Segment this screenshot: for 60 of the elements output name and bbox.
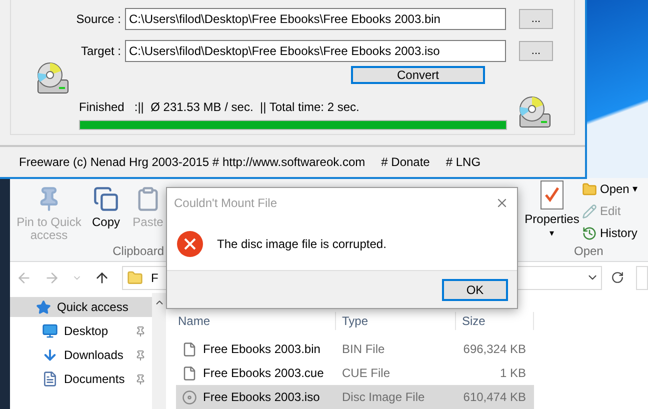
error-icon — [177, 231, 203, 257]
nav-item[interactable]: Downloads — [10, 345, 152, 365]
file-size: 1 KB — [498, 365, 526, 382]
file-icon — [182, 342, 197, 356]
file-name: Free Ebooks 2003.bin — [203, 341, 320, 358]
file-icon — [182, 366, 197, 380]
dialog-message: The disc image file is corrupted. — [217, 236, 386, 253]
up-icon[interactable] — [94, 270, 110, 286]
status-text: Finished :|| Ø 231.53 MB / sec. || Total time: 2 sec. — [79, 99, 360, 116]
footer-link[interactable]: # LNG — [446, 153, 481, 171]
file-type: BIN File — [341, 341, 386, 358]
search-field[interactable] — [636, 266, 648, 290]
ribbon-item[interactable]: Open ▾ — [582, 180, 638, 198]
ribbon-button[interactable]: Copy — [88, 186, 124, 242]
file-type: CUE File — [341, 365, 392, 382]
file-row[interactable]: Free Ebooks 2003.cue CUE File 1 KB — [176, 361, 534, 385]
scrollbar[interactable] — [152, 293, 166, 409]
nav-item[interactable]: Desktop — [10, 321, 152, 341]
ribbon-item[interactable]: History — [582, 224, 638, 242]
address-text: F — [151, 270, 158, 286]
ok-button[interactable]: OK — [442, 278, 508, 300]
file-name: Free Ebooks 2003.iso — [203, 389, 320, 406]
group-label: Clipboard — [112, 243, 164, 260]
folder-icon — [582, 182, 597, 196]
copy-icon — [93, 186, 119, 212]
group-label: Open — [574, 243, 604, 260]
source-field[interactable]: C:\Users\filod\Desktop\Free Ebooks\Free Ebooks 2003.bin — [125, 8, 506, 30]
document-icon — [42, 371, 58, 387]
file-type: Disc Image File — [341, 389, 426, 406]
file-row[interactable]: Free Ebooks 2003.iso Disc Image File 610,474 KB — [176, 385, 534, 409]
refresh-icon[interactable] — [611, 271, 624, 284]
star-icon — [36, 300, 51, 314]
file-size: 610,474 KB — [462, 389, 526, 406]
browse-button[interactable]: ... — [519, 9, 553, 29]
nav-item[interactable]: Documents — [10, 369, 152, 389]
close-icon[interactable] — [495, 196, 509, 210]
source-label: Source : — [75, 11, 122, 28]
file-size: 696,324 KB — [462, 341, 526, 358]
column-header[interactable]: Type — [336, 312, 456, 330]
target-label: Target : — [80, 43, 122, 60]
column-header[interactable]: Size — [456, 312, 534, 330]
dialog-title: Couldn't Mount File — [174, 195, 278, 212]
disc-file-icon — [182, 390, 197, 404]
disc-drive-icon — [35, 62, 71, 96]
desktop-icon — [42, 323, 58, 339]
footer-link[interactable]: # Donate — [381, 153, 430, 171]
properties-button[interactable]: Properties ▾ — [524, 178, 580, 242]
browse-button[interactable]: ... — [519, 41, 553, 61]
edit-icon — [582, 204, 597, 218]
file-name: Free Ebooks 2003.cue — [203, 365, 324, 382]
disc-drive-icon — [517, 96, 553, 130]
nav-item[interactable]: Quick access — [10, 297, 152, 317]
target-field[interactable]: C:\Users\filod\Desktop\Free Ebooks\Free Ebooks 2003.iso — [125, 40, 506, 62]
convert-button[interactable]: Convert — [351, 66, 485, 84]
history-icon — [582, 226, 597, 240]
footer-link[interactable]: Freeware (c) Nenad Hrg 2003-2015 # http://www.softwareok.com — [19, 153, 366, 171]
column-header[interactable]: Name — [176, 312, 336, 330]
file-row[interactable]: Free Ebooks 2003.bin BIN File 696,324 KB — [176, 337, 534, 361]
download-icon — [42, 347, 58, 363]
folder-icon — [127, 270, 143, 286]
